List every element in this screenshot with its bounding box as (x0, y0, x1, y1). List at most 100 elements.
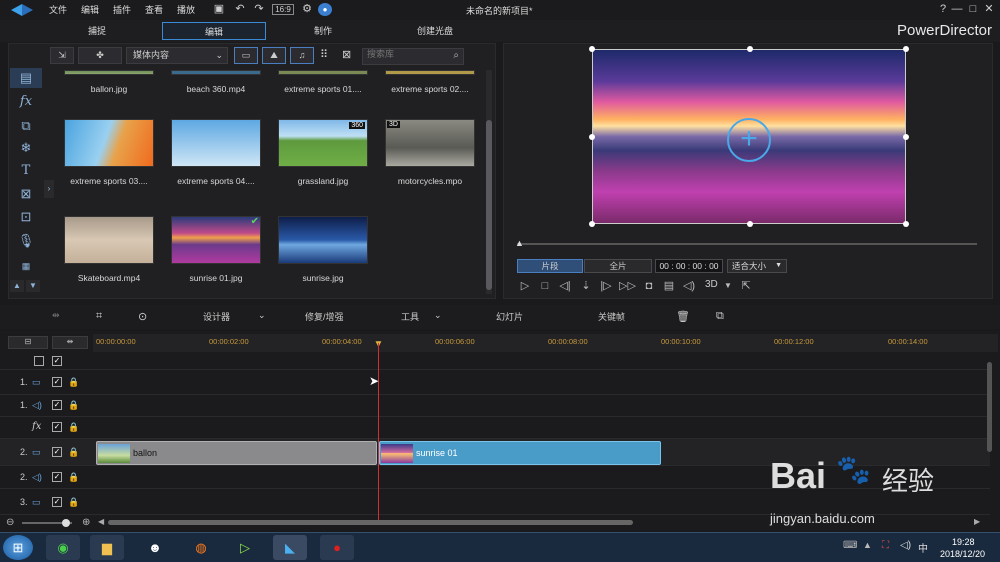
voiceover-mic-icon[interactable]: 🎙 (10, 231, 42, 251)
media-item[interactable]: ✔ sunrise 01.jpg (171, 216, 261, 283)
seg-full-button[interactable]: 全片 (584, 259, 652, 273)
maximize-button[interactable]: □ (966, 3, 980, 16)
minimize-button[interactable]: — (950, 3, 964, 16)
redo-icon[interactable]: ↷ (252, 3, 266, 16)
filter-audio-icon[interactable]: ♫ (290, 47, 314, 64)
timeline-clip-sunrise01[interactable]: sunrise 01 (379, 441, 661, 465)
zoom-slider-thumb[interactable] (62, 519, 70, 527)
preview-image[interactable]: + (589, 46, 909, 227)
ime-tray-icon[interactable]: 中 (918, 540, 928, 555)
grid-view-icon[interactable]: ⠿ (320, 48, 328, 61)
scroll-up-icon[interactable]: ▲ (10, 280, 24, 292)
delete-trash-icon[interactable]: 🗑 (676, 310, 690, 323)
menu-plugins[interactable]: 插件 (113, 3, 131, 16)
crop-icon[interactable]: ⌗ (96, 310, 102, 323)
menu-play[interactable]: 播放 (177, 3, 195, 16)
tab-edit[interactable]: 编辑 (162, 22, 266, 40)
show-hidden-icons-icon[interactable]: ▲ (863, 540, 872, 550)
account-icon[interactable]: ● (318, 3, 332, 16)
keyframe-button[interactable]: 关键帧 (598, 310, 625, 323)
menu-view[interactable]: 查看 (145, 3, 163, 16)
filter-image-icon[interactable]: ⛰ (262, 47, 286, 64)
library-scrollbar[interactable] (486, 70, 492, 294)
scrollbar-thumb[interactable] (486, 120, 492, 290)
track-lock-icon[interactable]: 🔒 (68, 422, 79, 432)
keyboard-tray-icon[interactable]: ⌨ (843, 540, 857, 551)
media-type-dropdown[interactable]: 媒体内容 ⌄ (126, 47, 228, 64)
library-search-field[interactable]: ⌕ (362, 48, 464, 65)
designer-button[interactable]: 设计器 (203, 310, 230, 323)
pip-room-icon[interactable]: ⧉ (10, 116, 42, 136)
menu-file[interactable]: 文件 (49, 3, 67, 16)
resize-handle[interactable] (589, 134, 595, 140)
scroll-right-icon[interactable]: ▶ (974, 517, 980, 526)
volume-icon[interactable]: ◁) (681, 279, 697, 293)
media-item[interactable]: beach 360.mp4 (171, 70, 261, 94)
3d-toggle-label[interactable]: 3D (705, 279, 718, 290)
media-room-icon[interactable]: ▤ (10, 68, 42, 88)
plugin-puzzle-icon[interactable]: ✤ (78, 47, 122, 64)
subtitle-icon[interactable]: ▤ (661, 279, 677, 293)
track-enable-checkbox[interactable]: ✓ (52, 356, 62, 366)
timeline-v-scrollbar-thumb[interactable] (987, 362, 992, 452)
all-tracks-checkbox[interactable] (34, 356, 44, 366)
taskbar-qq-icon[interactable]: ☻ (138, 535, 172, 560)
resize-handle[interactable] (903, 134, 909, 140)
media-item[interactable]: 3D motorcycles.mpo (385, 119, 475, 186)
fast-forward-icon[interactable]: ▷▷ (619, 279, 636, 293)
preview-scrubber[interactable]: ▲ (515, 238, 977, 248)
media-item[interactable]: sunrise.jpg (278, 216, 368, 283)
clock-date[interactable]: 2018/12/20 (940, 549, 985, 559)
undock-preview-icon[interactable]: ⇱ (738, 279, 754, 293)
media-item[interactable]: extreme sports 01.... (278, 70, 368, 94)
more-options-icon[interactable]: ⧉ (716, 310, 724, 323)
timeline-clip-ballon[interactable]: ballon (96, 441, 377, 465)
clock-time[interactable]: 19:28 (952, 537, 975, 547)
scroll-down-icon[interactable]: ▼ (26, 280, 40, 292)
taskbar-powerdirector-icon[interactable]: ◣ (273, 535, 307, 560)
resize-handle[interactable] (903, 46, 909, 52)
add-pip-plus-icon[interactable]: + (727, 118, 771, 162)
search-icon[interactable]: ⌕ (453, 50, 459, 61)
scroll-left-icon[interactable]: ◀ (98, 517, 104, 526)
timeline-h-scrollbar-thumb[interactable] (108, 520, 633, 525)
title-room-icon[interactable]: T (10, 161, 42, 181)
resize-handle[interactable] (903, 221, 909, 227)
track-enable-checkbox[interactable]: ✓ (52, 497, 62, 507)
seg-clip-button[interactable]: 片段 (517, 259, 583, 273)
timecode-display[interactable]: 00 : 00 : 00 : 00 (655, 259, 723, 273)
resize-handle[interactable] (747, 46, 753, 52)
resize-handle[interactable] (589, 46, 595, 52)
aspect-ratio-icon[interactable]: 16:9 (272, 4, 294, 15)
taskbar-media-player-icon[interactable]: ▷ (228, 535, 262, 560)
zoom-slider[interactable] (22, 519, 72, 527)
tab-capture[interactable]: 捕捉 (60, 22, 134, 40)
import-media-icon[interactable]: ⇲ (50, 47, 74, 64)
track-enable-checkbox[interactable]: ✓ (52, 472, 62, 482)
save-icon[interactable]: ▣ (212, 3, 226, 16)
undo-icon[interactable]: ↶ (233, 3, 247, 16)
slideshow-button[interactable]: 幻灯片 (496, 310, 523, 323)
playhead-line[interactable] (378, 343, 379, 520)
scrubber-thumb-icon[interactable]: ▲ (515, 238, 524, 248)
tab-create-disc[interactable]: 创建光盘 (400, 22, 470, 40)
audio-mixing-icon[interactable]: ⊡ (10, 207, 42, 227)
options-circle-icon[interactable]: ⊙ (138, 310, 147, 323)
chapter-room-icon[interactable]: ▦ (10, 256, 42, 276)
zoom-in-icon[interactable]: ⊕ (82, 517, 90, 528)
3d-dropdown-icon[interactable]: ▼ (720, 279, 736, 293)
fit-size-dropdown[interactable]: 适合大小 ▼ (727, 259, 787, 273)
track-lock-icon[interactable]: 🔒 (68, 447, 79, 457)
track-enable-checkbox[interactable]: ✓ (52, 400, 62, 410)
close-button[interactable]: ✕ (982, 3, 996, 16)
track-lock-icon[interactable]: 🔒 (68, 472, 79, 482)
transition-room-icon[interactable]: ⊠ (10, 184, 42, 204)
tools-button[interactable]: 工具 (401, 310, 419, 323)
filter-video-icon[interactable]: ▭ (234, 47, 258, 64)
snapshot-camera-icon[interactable]: ◘ (641, 279, 657, 293)
repair-enhance-button[interactable]: 修复/增强 (305, 310, 344, 323)
media-item[interactable]: 360 grassland.jpg (278, 119, 368, 186)
resize-handle[interactable] (747, 221, 753, 227)
track-lock-icon[interactable]: 🔒 (68, 400, 79, 410)
zoom-out-icon[interactable]: ⊖ (6, 517, 14, 528)
